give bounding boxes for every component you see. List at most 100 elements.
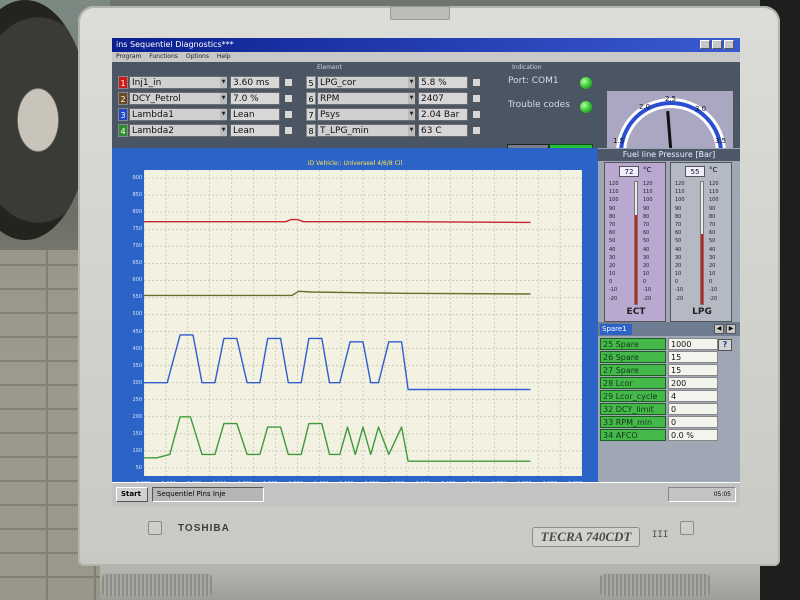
lpg-unit: °C — [709, 166, 718, 174]
tab-next-icon[interactable]: ▶ — [726, 324, 736, 334]
y-tick-label: 50 — [135, 465, 142, 471]
thermo-scale-tick: 90 — [609, 205, 616, 212]
thermo-scale-tick: 0 — [609, 279, 613, 286]
help-button[interactable]: ? — [718, 339, 732, 351]
spare-row: 34 AFCO 0.0 % — [600, 429, 728, 442]
minimize-button[interactable] — [700, 40, 710, 49]
channel-select[interactable]: DCY_Petrol — [129, 92, 227, 105]
thermo-scale-tick: 50 — [675, 238, 682, 245]
spare-value[interactable]: 0.0 % — [668, 429, 718, 441]
channel-select[interactable]: T_LPG_min — [317, 124, 415, 137]
maximize-button[interactable] — [712, 40, 722, 49]
spare-value[interactable]: 4 — [668, 390, 718, 402]
spare-value[interactable]: 200 — [668, 377, 718, 389]
thermo-scale-tick: 30 — [609, 254, 616, 261]
thermo-scale-tick: 60 — [643, 230, 650, 237]
ect-reading: 72 — [619, 166, 639, 177]
thermo-scale-tick: 30 — [709, 254, 716, 261]
channel-number: 2 — [118, 92, 128, 105]
channel-number: 8 — [306, 124, 316, 137]
channel-select[interactable]: Lambda2 — [129, 124, 227, 137]
y-tick-label: 100 — [132, 447, 142, 454]
spare-value[interactable]: 0 — [668, 416, 718, 428]
channel-value: Lean — [230, 108, 280, 121]
thermo-scale-tick: -10 — [643, 287, 652, 294]
side-button — [680, 521, 694, 535]
taskbar-app-button[interactable]: Sequentiel Pins Inje — [152, 487, 264, 502]
spare-value[interactable]: 15 — [668, 364, 718, 376]
thermo-scale-tick: 40 — [709, 246, 716, 253]
y-tick-label: 600 — [132, 277, 142, 284]
trouble-codes-label: Trouble codes — [508, 100, 570, 110]
spare-name[interactable]: 34 AFCO — [600, 429, 666, 441]
chevron-down-icon[interactable]: ▼ — [408, 77, 415, 88]
chevron-down-icon[interactable]: ▼ — [220, 77, 227, 88]
spare-name[interactable]: 33 RPM_min — [600, 416, 666, 428]
chevron-down-icon[interactable]: ▼ — [220, 125, 227, 136]
tab-spare1[interactable]: Spare1 — [600, 324, 632, 335]
menu-options[interactable]: Options — [186, 53, 209, 60]
spare-value[interactable]: 1000 — [668, 338, 718, 350]
channel-checkbox[interactable] — [472, 126, 481, 135]
spare-row: 28 Lcor 200 — [600, 377, 728, 390]
thermo-scale-tick: 10 — [709, 271, 716, 278]
laptop-model: TECRA 740CDT — [532, 527, 640, 547]
fuel-line-pressure-label: Fuel line Pressure [Bar] — [598, 149, 740, 161]
thermo-scale-tick: 110 — [709, 189, 719, 196]
spare-name[interactable]: 28 Lcor — [600, 377, 666, 389]
channel-select[interactable]: Lambda1 — [129, 108, 227, 121]
channel-checkbox[interactable] — [284, 110, 293, 119]
tab-prev-icon[interactable]: ◀ — [714, 324, 724, 334]
thermometer-ect: 72 °C 120 110 100 90 80 70 60 50 40 30 20 10 0 -10 -20… — [604, 162, 666, 322]
spare-value[interactable]: 0 — [668, 403, 718, 415]
channel-checkbox[interactable] — [284, 78, 293, 87]
channel-checkbox[interactable] — [284, 126, 293, 135]
spare-value[interactable]: 15 — [668, 351, 718, 363]
chevron-down-icon[interactable]: ▼ — [220, 93, 227, 104]
channel-select[interactable]: Inj1_in — [129, 76, 227, 89]
series-line-1 — [144, 218, 531, 224]
menu-functions[interactable]: Functions — [149, 53, 178, 60]
thermo-scale-tick: -10 — [675, 287, 684, 294]
chevron-down-icon[interactable]: ▼ — [220, 109, 227, 120]
gauge-tick: 1.5 — [613, 137, 624, 145]
y-tick-label: 200 — [132, 413, 142, 420]
thermo-scale-tick: 60 — [675, 230, 682, 237]
menu-program[interactable]: Program — [116, 53, 141, 60]
y-tick-label: 150 — [132, 430, 142, 437]
chevron-down-icon[interactable]: ▼ — [408, 109, 415, 120]
gauge-tick: 2.0 — [639, 103, 650, 111]
thermo-scale-tick: 100 — [709, 197, 719, 204]
laptop-screen: ins Sequentiel Diagnostics*** Program Fu… — [112, 38, 740, 506]
close-button[interactable] — [724, 40, 734, 49]
thermo-scale-tick: 20 — [609, 262, 616, 269]
spare-name[interactable]: 26 Spare — [600, 351, 666, 363]
channel-select[interactable]: RPM — [317, 92, 415, 105]
spare-name[interactable]: 32 DCY_limit — [600, 403, 666, 415]
channel-select[interactable]: LPG_cor — [317, 76, 415, 89]
channel-select[interactable]: Psys — [317, 108, 415, 121]
lpg-tube — [700, 181, 704, 305]
channel-checkbox[interactable] — [472, 94, 481, 103]
spare-name[interactable]: 27 Spare — [600, 364, 666, 376]
menu-help[interactable]: Help — [217, 53, 231, 60]
thermo-scale-tick: 70 — [675, 221, 682, 228]
thermo-scale-tick: 20 — [643, 262, 650, 269]
thermo-scale-tick: 80 — [643, 213, 650, 220]
chevron-down-icon[interactable]: ▼ — [408, 93, 415, 104]
thermo-scale-tick: 110 — [643, 189, 653, 196]
ect-scale-right: 120 110 100 90 80 70 60 50 40 30 20 10 0 -10 -20 — [643, 181, 653, 304]
thermo-scale-tick: 60 — [709, 230, 716, 237]
start-button[interactable]: Start — [116, 487, 148, 502]
thermo-scale-tick: 70 — [609, 221, 616, 228]
channel-checkbox[interactable] — [472, 78, 481, 87]
thermo-scale-tick: 110 — [675, 189, 685, 196]
spare-name[interactable]: 29 Lcor_cycle — [600, 390, 666, 402]
thermo-scale-tick: -10 — [609, 287, 618, 294]
thermo-scale-tick: 10 — [675, 271, 682, 278]
chevron-down-icon[interactable]: ▼ — [408, 125, 415, 136]
channel-checkbox[interactable] — [472, 110, 481, 119]
thermo-scale-tick: 90 — [643, 205, 650, 212]
channel-checkbox[interactable] — [284, 94, 293, 103]
spare-name[interactable]: 25 Spare — [600, 338, 666, 350]
